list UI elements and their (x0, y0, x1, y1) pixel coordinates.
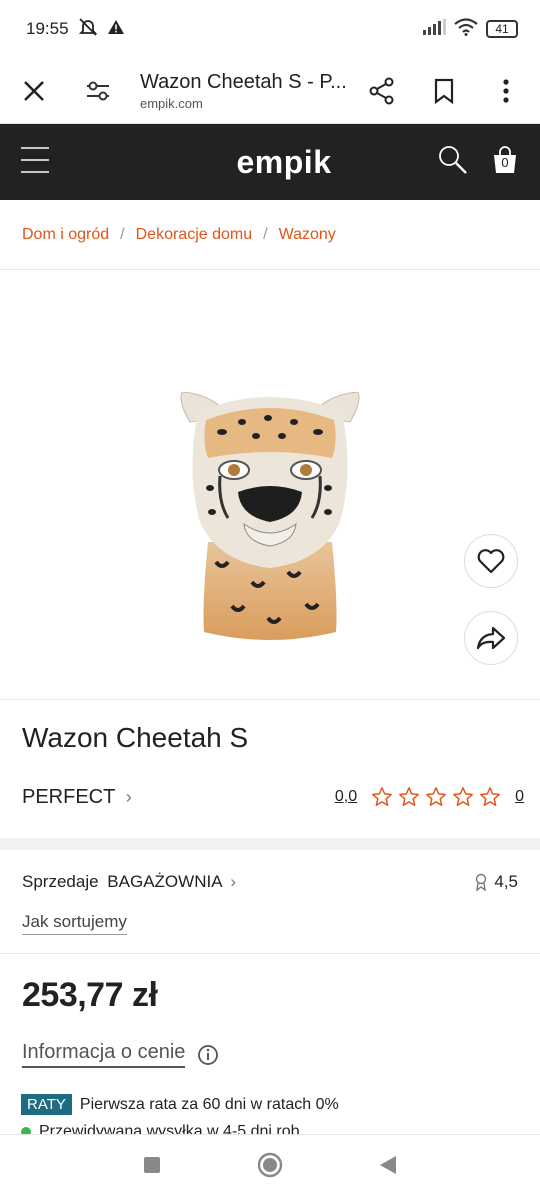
home-button[interactable] (257, 1152, 283, 1183)
square-icon (144, 1157, 160, 1173)
info-icon (198, 1044, 219, 1065)
brand-link[interactable]: PERFECT › (22, 786, 132, 809)
bookmark-button[interactable] (424, 71, 464, 111)
seller-score-value: 4,5 (494, 872, 518, 891)
brand-rating-row: PERFECT › 0,0 0 (0, 766, 540, 828)
breadcrumb-separator: / (120, 225, 125, 243)
price-info-link[interactable]: Informacja o cenie (0, 1041, 540, 1068)
cart-button[interactable]: 0 (490, 145, 520, 180)
star-icon (399, 787, 419, 806)
signal-icon (422, 18, 446, 40)
close-tab-button[interactable] (14, 71, 54, 111)
status-bar: 19:55 41 (0, 0, 540, 58)
product-image[interactable] (172, 392, 368, 644)
brand-name: PERFECT (22, 785, 116, 808)
seller-label: Sprzedaje (22, 872, 99, 891)
heart-icon (477, 549, 505, 574)
system-navigation-bar (0, 1134, 540, 1200)
star-icon (453, 787, 473, 806)
breadcrumb-link[interactable]: Wazony (279, 226, 336, 244)
page-title: Wazon Cheetah S - P... (140, 70, 347, 93)
product-gallery (0, 270, 540, 700)
close-icon (24, 80, 44, 101)
wishlist-button[interactable] (464, 534, 518, 588)
raty-badge: RATY (21, 1094, 72, 1115)
chevron-right-icon: › (230, 872, 236, 891)
site-settings-button[interactable] (78, 71, 118, 111)
hamburger-icon (21, 146, 49, 173)
search-button[interactable] (438, 145, 468, 180)
back-button[interactable] (379, 1155, 397, 1180)
product-title: Wazon Cheetah S (22, 722, 249, 753)
more-menu-button[interactable] (486, 71, 526, 111)
browser-toolbar: Wazon Cheetah S - P... empik.com (0, 58, 540, 124)
warning-icon (107, 19, 125, 40)
recents-button[interactable] (143, 1156, 161, 1179)
seller-link[interactable]: Sprzedaje BAGAŻOWNIA › (22, 872, 236, 892)
chevron-right-icon: › (125, 786, 132, 807)
award-icon (476, 873, 487, 891)
mute-icon (77, 17, 99, 42)
breadcrumb-link[interactable]: Dekoracje domu (136, 226, 253, 244)
more-vertical-icon (503, 78, 509, 103)
star-icon (372, 787, 392, 806)
share-product-button[interactable] (464, 611, 518, 665)
sorting-info-link[interactable]: Jak sortujemy (22, 912, 127, 935)
menu-button[interactable] (20, 145, 50, 180)
section-divider (0, 838, 540, 850)
circle-icon (257, 1152, 283, 1178)
battery-indicator: 41 (486, 20, 518, 38)
seller-score: 4,5 (474, 872, 518, 892)
site-header: empik 0 (0, 124, 540, 200)
rating-count: 0 (515, 788, 524, 805)
price-info-label: Informacja o cenie (22, 1041, 186, 1068)
seller-name: BAGAŻOWNIA (107, 872, 222, 891)
search-icon (439, 145, 467, 174)
product-price: 253,77 zł (22, 976, 158, 1014)
star-icon (426, 787, 446, 806)
status-time: 19:55 (26, 19, 69, 38)
cart-count: 0 (501, 154, 509, 170)
rating-stars (371, 786, 501, 808)
share-icon (369, 77, 394, 104)
breadcrumb-separator: / (263, 225, 268, 243)
tune-icon (87, 81, 109, 100)
seller-section: Sprzedaje BAGAŻOWNIA › 4,5 Jak sortujemy (0, 850, 540, 935)
address-bar[interactable]: Wazon Cheetah S - P... empik.com (140, 71, 352, 111)
rating-value: 0,0 (334, 788, 358, 805)
star-icon (480, 787, 500, 806)
installments-row: RATY Pierwsza rata za 60 dni w ratach 0% (0, 1094, 540, 1115)
breadcrumb-link[interactable]: Dom i ogród (22, 226, 109, 244)
page-domain: empik.com (140, 95, 203, 111)
share-button[interactable] (362, 71, 402, 111)
installments-text: Pierwsza rata za 60 dni w ratach 0% (79, 1095, 339, 1113)
empik-logo[interactable]: empik (237, 144, 332, 181)
wifi-icon (454, 17, 478, 41)
back-triangle-icon (380, 1156, 396, 1174)
bookmark-icon (434, 78, 454, 104)
rating-summary[interactable]: 0,0 0 (335, 786, 524, 808)
breadcrumb: Dom i ogród / Dekoracje domu / Wazony (0, 200, 540, 270)
forward-arrow-icon (476, 626, 506, 650)
